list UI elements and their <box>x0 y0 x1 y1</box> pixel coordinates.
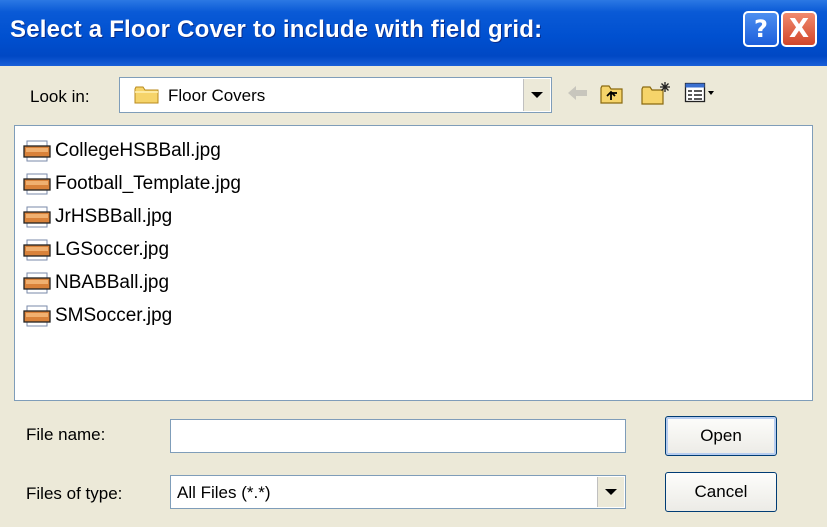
list-item[interactable]: Football_Template.jpg <box>23 169 241 199</box>
up-folder-icon[interactable] <box>599 83 625 110</box>
file-name-text: SMSoccer.jpg <box>55 305 173 326</box>
open-button[interactable]: Open <box>665 416 777 456</box>
dialog-title: Select a Floor Cover to include with fie… <box>10 16 543 43</box>
title-bar[interactable]: Select a Floor Cover to include with fie… <box>0 0 827 66</box>
file-type-value: All Files (*.*) <box>177 483 271 502</box>
folder-icon <box>134 85 160 110</box>
back-arrow-icon[interactable] <box>566 83 590 108</box>
view-menu-icon[interactable] <box>684 82 718 109</box>
file-type-dropdown-button[interactable] <box>597 477 624 507</box>
look-in-label: Look in: <box>30 87 90 106</box>
list-item[interactable]: LGSoccer.jpg <box>23 235 169 265</box>
file-name-label: File name: <box>26 425 106 444</box>
list-item[interactable]: SMSoccer.jpg <box>23 301 172 331</box>
jpg-file-icon <box>23 305 51 327</box>
file-name-text: CollegeHSBBall.jpg <box>55 140 221 161</box>
jpg-file-icon <box>23 173 51 195</box>
cancel-button[interactable]: Cancel <box>665 472 777 512</box>
jpg-file-icon <box>23 239 51 261</box>
look-in-combobox[interactable]: Floor Covers <box>119 77 552 113</box>
file-name-input[interactable] <box>170 419 626 453</box>
help-button[interactable]: ? <box>743 11 779 47</box>
file-name-text: Football_Template.jpg <box>55 173 241 194</box>
new-folder-icon[interactable] <box>640 80 672 111</box>
look-in-dropdown-button[interactable] <box>523 79 550 111</box>
file-type-label: Files of type: <box>26 484 123 503</box>
file-list[interactable]: CollegeHSBBall.jpg Football_Template.jpg… <box>14 125 813 401</box>
file-name-text: JrHSBBall.jpg <box>55 206 173 227</box>
jpg-file-icon <box>23 140 51 162</box>
chevron-down-icon <box>605 489 617 495</box>
close-button[interactable]: X <box>781 11 817 47</box>
file-name-text: NBABBall.jpg <box>55 272 170 293</box>
jpg-file-icon <box>23 272 51 294</box>
chevron-down-icon <box>531 92 543 98</box>
file-name-text: LGSoccer.jpg <box>55 239 170 260</box>
jpg-file-icon <box>23 206 51 228</box>
file-type-combobox[interactable]: All Files (*.*) <box>170 475 626 509</box>
list-item[interactable]: NBABBall.jpg <box>23 268 169 298</box>
look-in-value: Floor Covers <box>168 86 266 105</box>
list-item[interactable]: JrHSBBall.jpg <box>23 202 172 232</box>
list-item[interactable]: CollegeHSBBall.jpg <box>23 136 221 166</box>
